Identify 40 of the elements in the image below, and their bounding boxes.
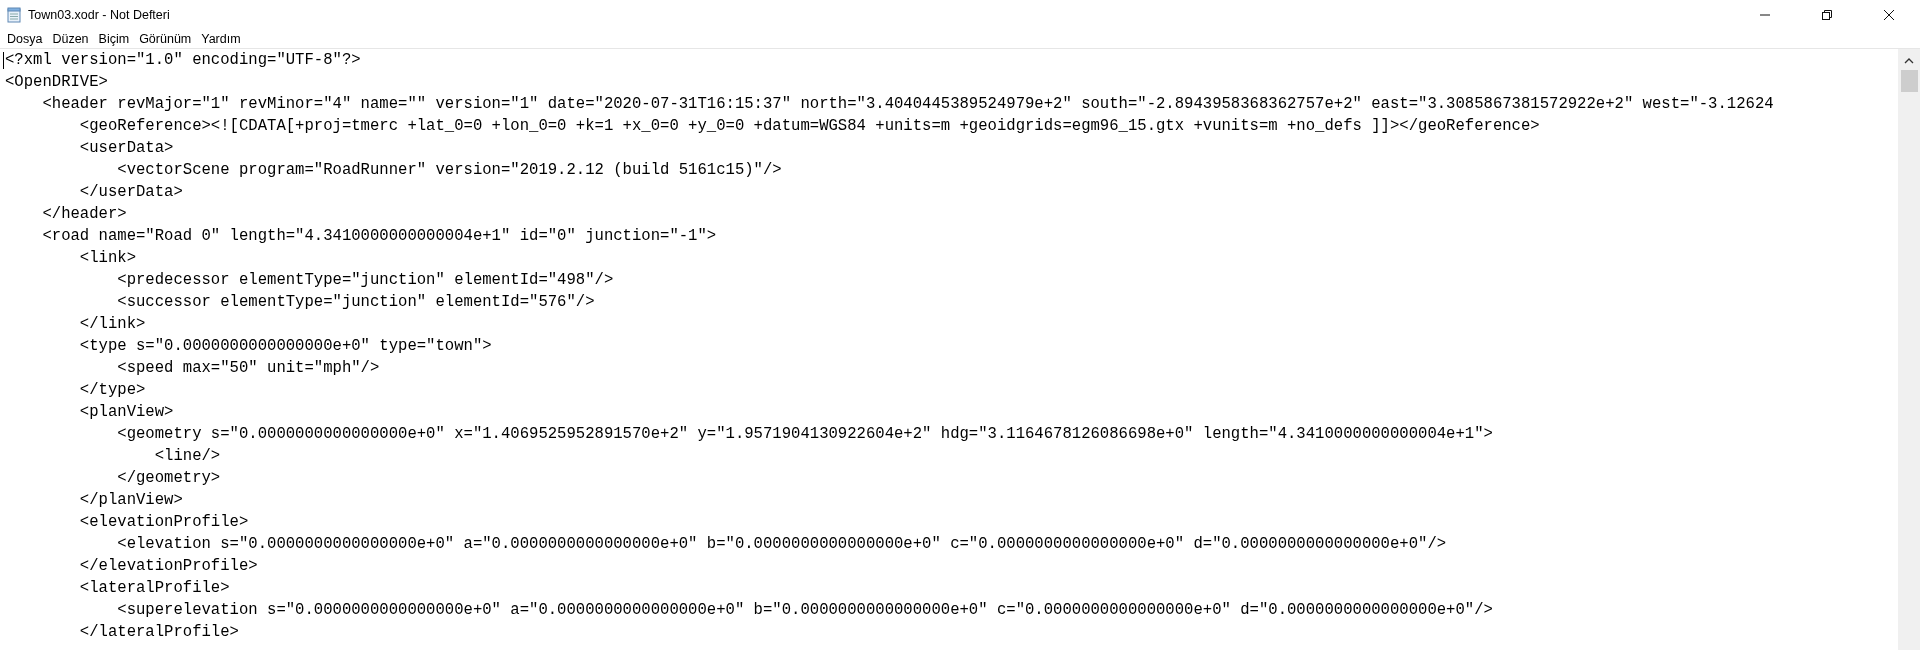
code-line: <link> bbox=[78, 249, 136, 267]
scrollbar[interactable] bbox=[1898, 49, 1920, 650]
code-line: </link> bbox=[78, 315, 146, 333]
code-line: <userData> bbox=[78, 139, 174, 157]
code-line: <geometry s="0.0000000000000000e+0" x="1.4069525952891570e+2" y="1.9571904130922604e+2" hdg="3.1164678126086698e+0" length="4.3410000000000004e+1"> bbox=[116, 425, 1493, 443]
code-line: </header> bbox=[41, 205, 127, 223]
code-line: <elevationProfile> bbox=[78, 513, 249, 531]
code-line: <speed max="50" unit="mph"/> bbox=[116, 359, 380, 377]
code-line: <line/> bbox=[153, 447, 221, 465]
code-line: <successor elementType="junction" elementId="576"/> bbox=[116, 293, 595, 311]
code-line: </userData> bbox=[78, 183, 183, 201]
code-line: </geometry> bbox=[116, 469, 221, 487]
code-line: <predecessor elementType="junction" elementId="498"/> bbox=[116, 271, 614, 289]
close-icon bbox=[1883, 8, 1895, 21]
menu-item[interactable]: Biçim bbox=[93, 31, 135, 46]
text-cursor bbox=[3, 51, 4, 69]
menu-item[interactable]: Görünüm bbox=[134, 31, 197, 46]
menu-item[interactable]: Dosya bbox=[2, 31, 48, 46]
notepad-icon bbox=[6, 6, 22, 23]
code-line: <road name="Road 0" length="4.3410000000000004e+1" id="0" junction="-1"> bbox=[41, 227, 717, 245]
code-line: <header revMajor="1" revMinor="4" name="" version="1" date="2020-07-31T16:15:37" north="3.4040445389524979e+2" south="-2.8943958368362757e+2" east="3.3085867381572922e+2" west="-3.12624 bbox=[41, 95, 1774, 113]
code-line: <geoReference><![CDATA[+proj=tmerc +lat_0=0 +lon_0=0 +k=1 +x_0=0 +y_0=0 +datum=WGS84 +units=m +geoidgrids=egm96_15.gtx +vunits=m +no_defs ]]></geoReference> bbox=[78, 117, 1540, 135]
code-line: <?xml version="1.0" encoding="UTF-8"?> bbox=[5, 51, 361, 69]
code-line: <elevation s="0.0000000000000000e+0" a="0.0000000000000000e+0" b="0.0000000000000000e+0" c="0.0000000000000000e+0" d="0.0000000000000000e+0"/> bbox=[116, 535, 1447, 553]
code-line: </lateralProfile> bbox=[78, 623, 239, 641]
code-line: <superelevation s="0.0000000000000000e+0" a="0.0000000000000000e+0" b="0.0000000000000000e+0" c="0.0000000000000000e+0" d="0.0000000000000000e+0"/> bbox=[116, 601, 1493, 619]
menu-item[interactable]: Yardım bbox=[196, 31, 246, 46]
code-line: </type> bbox=[78, 381, 146, 399]
code-line: <vectorScene program="RoadRunner" version="2019.2.12 (build 5161c15)"/> bbox=[116, 161, 782, 179]
scroll-up-icon[interactable] bbox=[1904, 57, 1914, 64]
restore-icon bbox=[1821, 8, 1833, 21]
code-line: <type s="0.0000000000000000e+0" type="town"> bbox=[78, 337, 492, 355]
window-title: Town03.xodr - Not Defteri bbox=[28, 7, 170, 22]
code-line: </planView> bbox=[78, 491, 183, 509]
code-line: <lateralProfile> bbox=[78, 579, 230, 597]
scrollbar-thumb[interactable] bbox=[1900, 70, 1918, 92]
code-line: <OpenDRIVE> bbox=[5, 73, 108, 91]
menu-item[interactable]: Düzen bbox=[47, 31, 94, 46]
code-line: </elevationProfile> bbox=[78, 557, 258, 575]
code-line: <planView> bbox=[78, 403, 174, 421]
